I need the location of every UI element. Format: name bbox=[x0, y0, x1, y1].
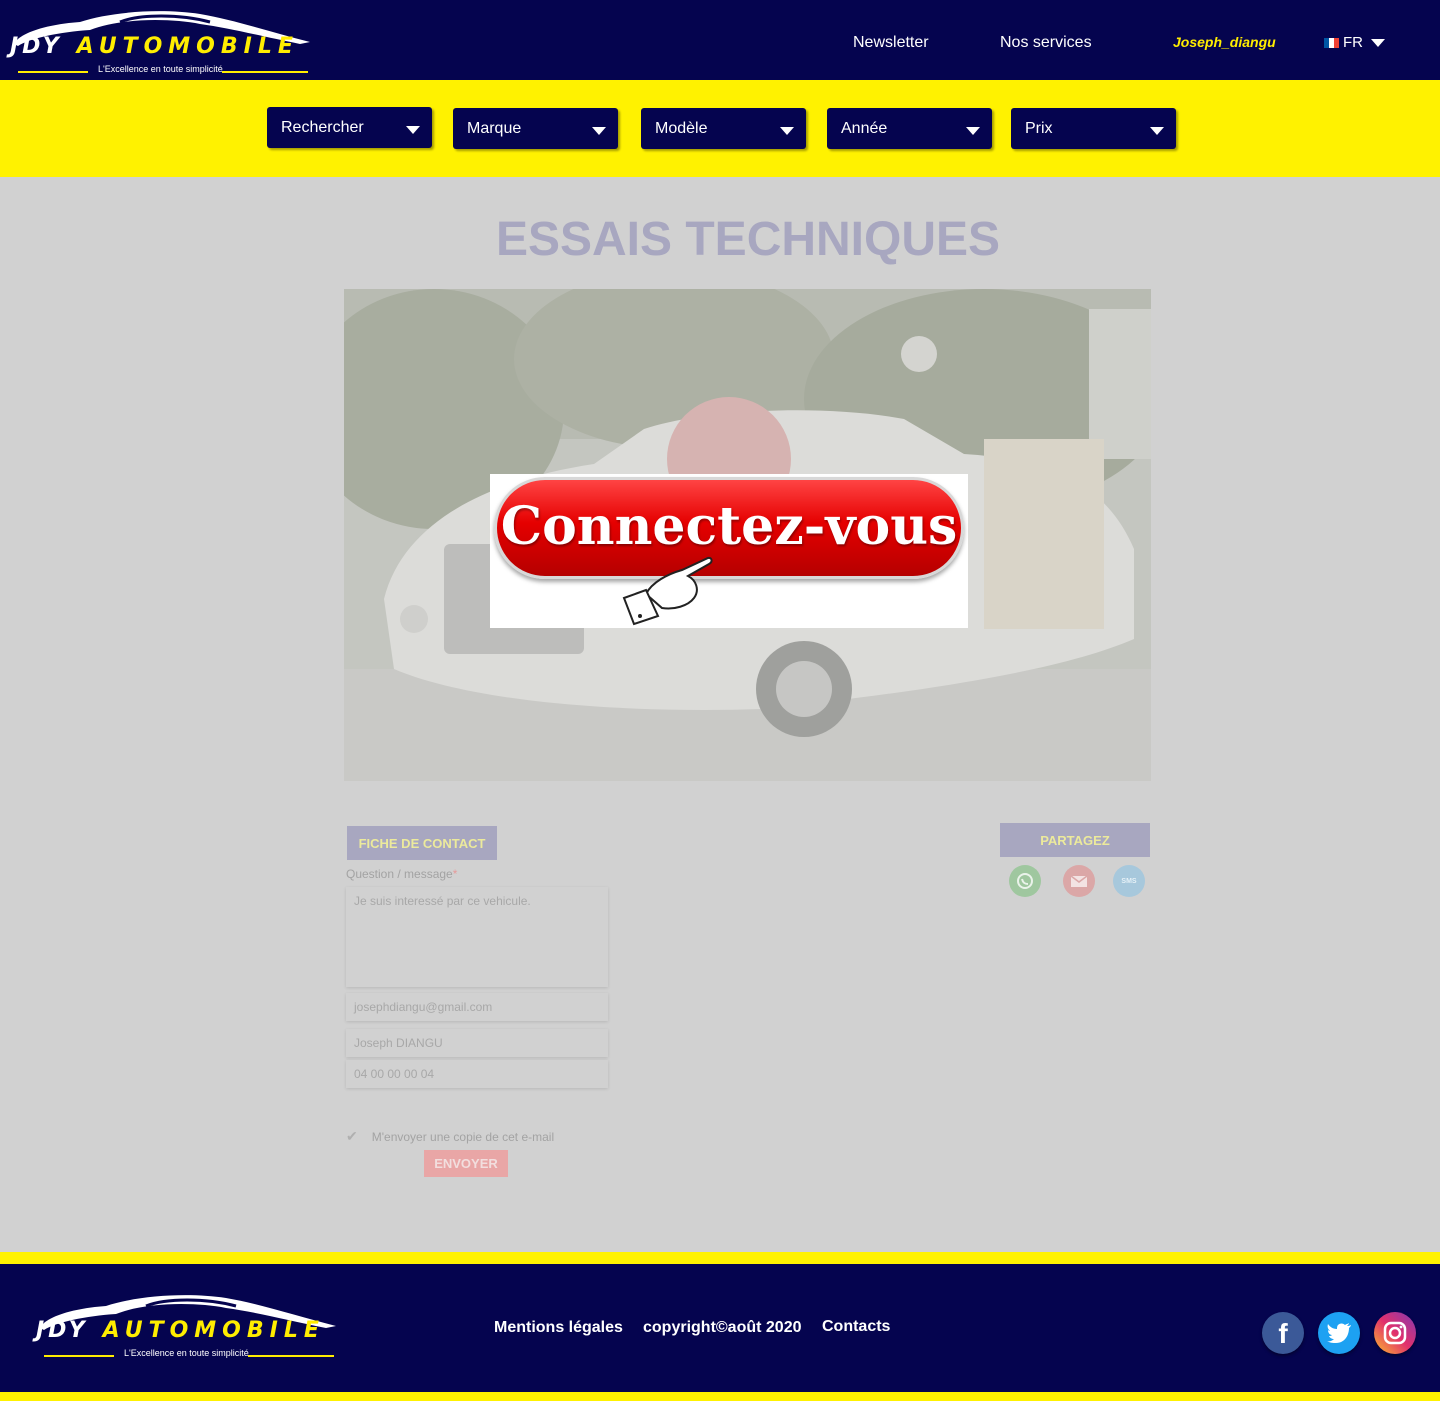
logo-underline-left bbox=[18, 71, 88, 73]
filter-label: Prix bbox=[1025, 119, 1053, 137]
filter-marque[interactable]: Marque bbox=[453, 108, 618, 149]
instagram-icon[interactable] bbox=[1374, 1312, 1416, 1354]
top-header: JDY AUTOMOBILE L'Excellence en toute simp… bbox=[0, 0, 1440, 80]
email-field[interactable]: josephdiangu@gmail.com bbox=[346, 993, 608, 1021]
logo-wordmark: JDY AUTOMOBILE bbox=[10, 34, 299, 59]
sms-icon[interactable]: SMS bbox=[1113, 865, 1145, 897]
chevron-down-icon bbox=[1371, 38, 1385, 47]
logo-underline-right bbox=[248, 1355, 334, 1357]
phone-field[interactable]: 04 00 00 00 04 bbox=[346, 1060, 608, 1088]
footer-top-stripe bbox=[0, 1252, 1440, 1264]
footer-link-mentions-legales[interactable]: Mentions légales bbox=[494, 1319, 623, 1337]
search-filter-bar: Rechercher Marque Modèle Année Prix bbox=[0, 80, 1440, 177]
logo-brand-left: JDY bbox=[10, 34, 63, 59]
nav-nos-services[interactable]: Nos services bbox=[1000, 34, 1092, 52]
question-label: Question / message* bbox=[346, 867, 457, 881]
logo-underline-left bbox=[44, 1355, 114, 1357]
whatsapp-icon[interactable] bbox=[1009, 865, 1041, 897]
facebook-icon[interactable]: f bbox=[1262, 1312, 1304, 1354]
chevron-down-icon bbox=[406, 126, 420, 134]
filter-label: Marque bbox=[467, 119, 522, 137]
twitter-icon[interactable] bbox=[1318, 1312, 1360, 1354]
footer-logo-tagline: L'Excellence en toute simplicité bbox=[124, 1348, 249, 1358]
footer-logo-wordmark: JDY AUTOMOBILE bbox=[36, 1318, 325, 1343]
contact-form-heading: FICHE DE CONTACT bbox=[347, 826, 497, 860]
checkmark-icon[interactable]: ✔ bbox=[346, 1128, 358, 1145]
language-label: FR bbox=[1343, 34, 1363, 51]
required-mark: * bbox=[452, 867, 458, 881]
logo-brand-right: AUTOMOBILE bbox=[102, 1318, 325, 1343]
name-field[interactable]: Joseph DIANGU bbox=[346, 1029, 608, 1057]
footer-copyright: copyright©août 2020 bbox=[643, 1319, 802, 1336]
filter-label: Modèle bbox=[655, 119, 708, 137]
chevron-down-icon bbox=[780, 127, 794, 135]
login-pill: Connectez-vous bbox=[494, 477, 964, 579]
filter-prix[interactable]: Prix bbox=[1011, 108, 1176, 149]
france-flag-icon bbox=[1324, 37, 1339, 48]
logo-brand-left: JDY bbox=[36, 1318, 89, 1343]
filter-label: Rechercher bbox=[281, 118, 364, 136]
logo-underline-right bbox=[222, 71, 308, 73]
nav-newsletter[interactable]: Newsletter bbox=[853, 34, 929, 52]
copy-email-option[interactable]: ✔ M'envoyer une copie de cet e-mail bbox=[346, 1128, 554, 1145]
language-selector[interactable]: FR bbox=[1324, 34, 1385, 51]
send-button[interactable]: ENVOYER bbox=[424, 1150, 508, 1177]
message-textarea[interactable]: Je suis interessé par ce vehicule. bbox=[346, 887, 608, 987]
filter-modele[interactable]: Modèle bbox=[641, 108, 806, 149]
chevron-down-icon bbox=[1150, 127, 1164, 135]
filter-annee[interactable]: Année bbox=[827, 108, 992, 149]
email-icon[interactable] bbox=[1063, 865, 1095, 897]
share-heading: PARTAGEZ bbox=[1000, 823, 1150, 857]
header-logo[interactable]: JDY AUTOMOBILE L'Excellence en toute simp… bbox=[10, 8, 314, 76]
footer-link-contacts[interactable]: Contacts bbox=[822, 1318, 890, 1336]
footer-logo[interactable]: JDY AUTOMOBILE L'Excellence en toute simp… bbox=[36, 1292, 340, 1360]
filter-rechercher[interactable]: Rechercher bbox=[267, 107, 432, 148]
logo-brand-right: AUTOMOBILE bbox=[76, 34, 299, 59]
copy-email-label: M'envoyer une copie de cet e-mail bbox=[371, 1129, 555, 1144]
question-label-text: Question / message bbox=[346, 867, 453, 881]
pointing-hand-icon bbox=[622, 556, 713, 626]
page-title: ESSAIS TECHNIQUES bbox=[495, 213, 1001, 266]
sms-icon-text: SMS bbox=[1121, 877, 1137, 885]
logo-tagline: L'Excellence en toute simplicité bbox=[98, 64, 223, 74]
login-prompt-label: Connectez-vous bbox=[500, 495, 958, 557]
chevron-down-icon bbox=[592, 127, 606, 135]
chevron-down-icon bbox=[966, 127, 980, 135]
login-prompt-button[interactable]: Connectez-vous bbox=[490, 474, 968, 628]
filter-label: Année bbox=[841, 119, 888, 137]
footer-bottom-stripe bbox=[0, 1392, 1440, 1401]
user-account-link[interactable]: Joseph_diangu bbox=[1173, 34, 1276, 50]
